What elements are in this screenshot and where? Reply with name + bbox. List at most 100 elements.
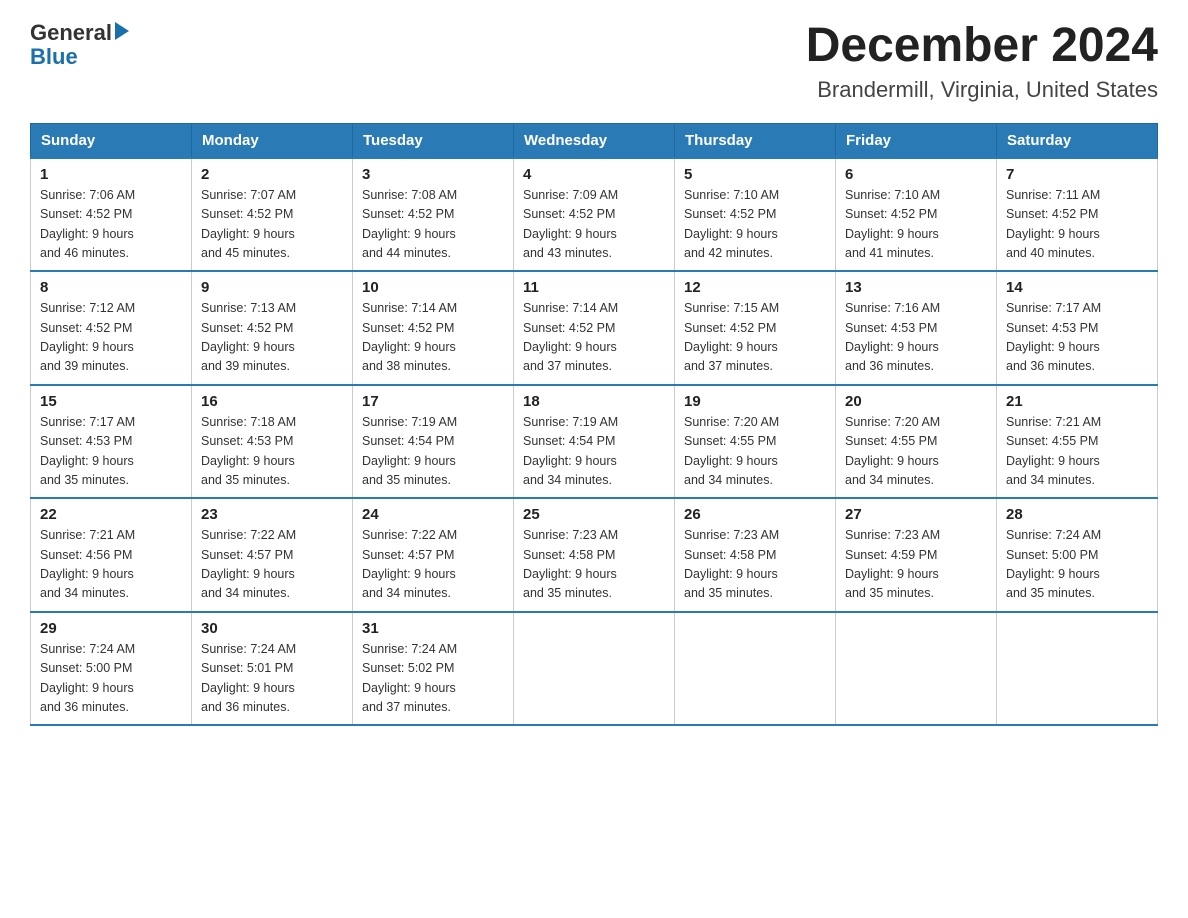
day-info: Sunrise: 7:23 AMSunset: 4:58 PMDaylight:…	[523, 528, 618, 600]
day-info: Sunrise: 7:14 AMSunset: 4:52 PMDaylight:…	[523, 301, 618, 373]
table-row: 8 Sunrise: 7:12 AMSunset: 4:52 PMDayligh…	[31, 271, 192, 385]
day-info: Sunrise: 7:07 AMSunset: 4:52 PMDaylight:…	[201, 188, 296, 260]
day-number: 28	[1006, 506, 1148, 523]
day-number: 29	[40, 620, 182, 637]
day-number: 14	[1006, 279, 1148, 296]
table-row: 11 Sunrise: 7:14 AMSunset: 4:52 PMDaylig…	[514, 271, 675, 385]
table-row: 30 Sunrise: 7:24 AMSunset: 5:01 PMDaylig…	[192, 612, 353, 726]
col-wednesday: Wednesday	[514, 123, 675, 158]
day-number: 13	[845, 279, 987, 296]
day-info: Sunrise: 7:22 AMSunset: 4:57 PMDaylight:…	[201, 528, 296, 600]
day-number: 12	[684, 279, 826, 296]
calendar-header-row: Sunday Monday Tuesday Wednesday Thursday…	[31, 123, 1158, 158]
table-row: 27 Sunrise: 7:23 AMSunset: 4:59 PMDaylig…	[836, 498, 997, 612]
day-number: 6	[845, 166, 987, 183]
day-info: Sunrise: 7:21 AMSunset: 4:55 PMDaylight:…	[1006, 415, 1101, 487]
day-number: 22	[40, 506, 182, 523]
calendar-table: Sunday Monday Tuesday Wednesday Thursday…	[30, 123, 1158, 727]
table-row: 12 Sunrise: 7:15 AMSunset: 4:52 PMDaylig…	[675, 271, 836, 385]
day-info: Sunrise: 7:24 AMSunset: 5:00 PMDaylight:…	[1006, 528, 1101, 600]
day-number: 4	[523, 166, 665, 183]
table-row: 5 Sunrise: 7:10 AMSunset: 4:52 PMDayligh…	[675, 158, 836, 272]
table-row: 26 Sunrise: 7:23 AMSunset: 4:58 PMDaylig…	[675, 498, 836, 612]
table-row	[997, 612, 1158, 726]
day-number: 23	[201, 506, 343, 523]
day-number: 19	[684, 393, 826, 410]
day-info: Sunrise: 7:14 AMSunset: 4:52 PMDaylight:…	[362, 301, 457, 373]
logo-blue-text: Blue	[30, 44, 78, 70]
day-number: 7	[1006, 166, 1148, 183]
calendar-title-block: December 2024 Brandermill, Virginia, Uni…	[806, 20, 1158, 103]
table-row: 20 Sunrise: 7:20 AMSunset: 4:55 PMDaylig…	[836, 385, 997, 499]
table-row: 14 Sunrise: 7:17 AMSunset: 4:53 PMDaylig…	[997, 271, 1158, 385]
day-info: Sunrise: 7:19 AMSunset: 4:54 PMDaylight:…	[523, 415, 618, 487]
day-number: 27	[845, 506, 987, 523]
table-row: 17 Sunrise: 7:19 AMSunset: 4:54 PMDaylig…	[353, 385, 514, 499]
day-info: Sunrise: 7:24 AMSunset: 5:01 PMDaylight:…	[201, 642, 296, 714]
col-thursday: Thursday	[675, 123, 836, 158]
day-number: 11	[523, 279, 665, 296]
day-info: Sunrise: 7:17 AMSunset: 4:53 PMDaylight:…	[40, 415, 135, 487]
table-row	[836, 612, 997, 726]
day-info: Sunrise: 7:10 AMSunset: 4:52 PMDaylight:…	[684, 188, 779, 260]
day-info: Sunrise: 7:17 AMSunset: 4:53 PMDaylight:…	[1006, 301, 1101, 373]
table-row: 9 Sunrise: 7:13 AMSunset: 4:52 PMDayligh…	[192, 271, 353, 385]
logo-arrow-icon	[115, 22, 129, 40]
calendar-subtitle: Brandermill, Virginia, United States	[806, 77, 1158, 103]
day-info: Sunrise: 7:24 AMSunset: 5:02 PMDaylight:…	[362, 642, 457, 714]
table-row: 21 Sunrise: 7:21 AMSunset: 4:55 PMDaylig…	[997, 385, 1158, 499]
table-row: 10 Sunrise: 7:14 AMSunset: 4:52 PMDaylig…	[353, 271, 514, 385]
day-number: 26	[684, 506, 826, 523]
col-monday: Monday	[192, 123, 353, 158]
table-row: 1 Sunrise: 7:06 AMSunset: 4:52 PMDayligh…	[31, 158, 192, 272]
day-number: 25	[523, 506, 665, 523]
day-info: Sunrise: 7:20 AMSunset: 4:55 PMDaylight:…	[684, 415, 779, 487]
calendar-week-row: 8 Sunrise: 7:12 AMSunset: 4:52 PMDayligh…	[31, 271, 1158, 385]
day-info: Sunrise: 7:23 AMSunset: 4:59 PMDaylight:…	[845, 528, 940, 600]
table-row: 29 Sunrise: 7:24 AMSunset: 5:00 PMDaylig…	[31, 612, 192, 726]
day-number: 9	[201, 279, 343, 296]
day-number: 8	[40, 279, 182, 296]
day-info: Sunrise: 7:10 AMSunset: 4:52 PMDaylight:…	[845, 188, 940, 260]
table-row: 6 Sunrise: 7:10 AMSunset: 4:52 PMDayligh…	[836, 158, 997, 272]
day-number: 21	[1006, 393, 1148, 410]
calendar-week-row: 1 Sunrise: 7:06 AMSunset: 4:52 PMDayligh…	[31, 158, 1158, 272]
day-info: Sunrise: 7:20 AMSunset: 4:55 PMDaylight:…	[845, 415, 940, 487]
day-info: Sunrise: 7:08 AMSunset: 4:52 PMDaylight:…	[362, 188, 457, 260]
table-row: 19 Sunrise: 7:20 AMSunset: 4:55 PMDaylig…	[675, 385, 836, 499]
table-row	[514, 612, 675, 726]
day-number: 5	[684, 166, 826, 183]
day-info: Sunrise: 7:18 AMSunset: 4:53 PMDaylight:…	[201, 415, 296, 487]
day-info: Sunrise: 7:09 AMSunset: 4:52 PMDaylight:…	[523, 188, 618, 260]
day-number: 2	[201, 166, 343, 183]
day-info: Sunrise: 7:22 AMSunset: 4:57 PMDaylight:…	[362, 528, 457, 600]
day-number: 16	[201, 393, 343, 410]
table-row: 31 Sunrise: 7:24 AMSunset: 5:02 PMDaylig…	[353, 612, 514, 726]
calendar-title: December 2024	[806, 20, 1158, 73]
day-number: 24	[362, 506, 504, 523]
table-row: 28 Sunrise: 7:24 AMSunset: 5:00 PMDaylig…	[997, 498, 1158, 612]
day-info: Sunrise: 7:23 AMSunset: 4:58 PMDaylight:…	[684, 528, 779, 600]
day-number: 30	[201, 620, 343, 637]
day-info: Sunrise: 7:21 AMSunset: 4:56 PMDaylight:…	[40, 528, 135, 600]
table-row: 24 Sunrise: 7:22 AMSunset: 4:57 PMDaylig…	[353, 498, 514, 612]
day-info: Sunrise: 7:19 AMSunset: 4:54 PMDaylight:…	[362, 415, 457, 487]
day-info: Sunrise: 7:24 AMSunset: 5:00 PMDaylight:…	[40, 642, 135, 714]
calendar-week-row: 29 Sunrise: 7:24 AMSunset: 5:00 PMDaylig…	[31, 612, 1158, 726]
table-row: 2 Sunrise: 7:07 AMSunset: 4:52 PMDayligh…	[192, 158, 353, 272]
calendar-week-row: 22 Sunrise: 7:21 AMSunset: 4:56 PMDaylig…	[31, 498, 1158, 612]
table-row: 3 Sunrise: 7:08 AMSunset: 4:52 PMDayligh…	[353, 158, 514, 272]
page-header: General Blue December 2024 Brandermill, …	[30, 20, 1158, 103]
table-row: 16 Sunrise: 7:18 AMSunset: 4:53 PMDaylig…	[192, 385, 353, 499]
day-number: 31	[362, 620, 504, 637]
calendar-week-row: 15 Sunrise: 7:17 AMSunset: 4:53 PMDaylig…	[31, 385, 1158, 499]
day-number: 17	[362, 393, 504, 410]
table-row: 23 Sunrise: 7:22 AMSunset: 4:57 PMDaylig…	[192, 498, 353, 612]
col-saturday: Saturday	[997, 123, 1158, 158]
day-info: Sunrise: 7:11 AMSunset: 4:52 PMDaylight:…	[1006, 188, 1100, 260]
col-sunday: Sunday	[31, 123, 192, 158]
day-info: Sunrise: 7:12 AMSunset: 4:52 PMDaylight:…	[40, 301, 135, 373]
table-row: 18 Sunrise: 7:19 AMSunset: 4:54 PMDaylig…	[514, 385, 675, 499]
logo-general-text: General	[30, 20, 129, 46]
day-number: 20	[845, 393, 987, 410]
